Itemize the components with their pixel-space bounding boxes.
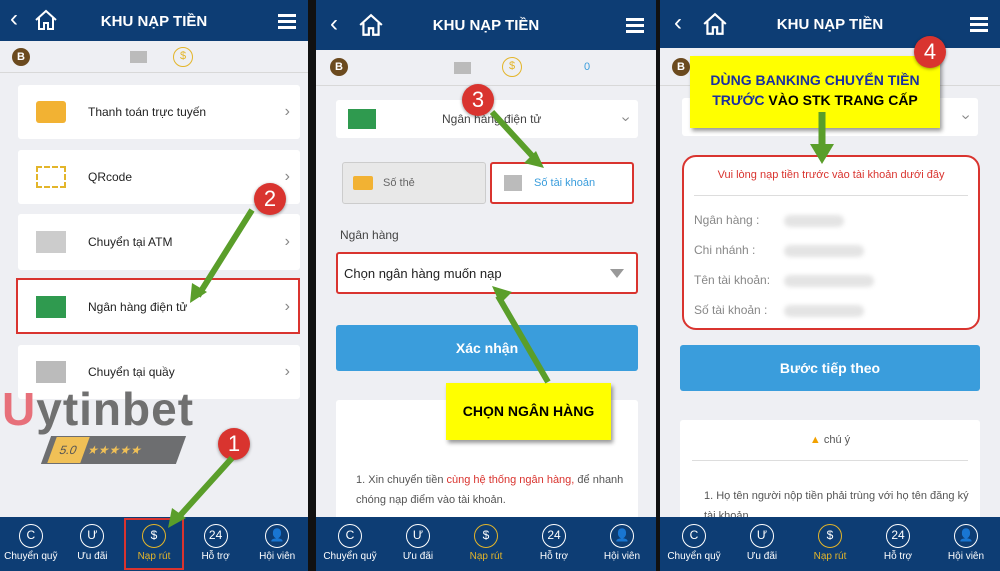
bank-select-value: Chọn ngân hàng muốn nạp [344,266,502,281]
page-title: KHU NẠP TIỀN [100,13,208,30]
caret-down-icon [610,269,624,285]
level-badge: B [12,48,30,66]
nav-promotions[interactable]: Ư Ưu đãi [728,517,796,571]
nav-support[interactable]: 24 Hỗ trợ [520,517,588,571]
highlight-internet-banking [16,278,300,334]
callout-banking-transfer: DÙNG BANKING CHUYỂN TIỀN TRƯỚC VÀO STK T… [690,56,940,128]
tab-label: Số tài khoản [534,177,596,189]
nav-deposit-withdraw[interactable]: $ Nạp rút [796,517,864,571]
nav-transfer[interactable]: C Chuyển quỹ [660,517,728,571]
method-value: Ngân hàng điện tử [442,112,542,126]
step-badge-4: 4 [914,36,946,68]
nav-deposit-withdraw[interactable]: $ Nạp rút [123,517,185,571]
blurred-value [784,215,844,227]
nav-deposit-withdraw[interactable]: $ Nạp rút [452,517,520,571]
notice-card: ▲ chú ý 1. Họ tên người nộp tiền phải tr… [680,420,980,522]
field-bank: Ngân hàng : [694,213,760,227]
chevron-right-icon: › [284,233,290,250]
coin-icon[interactable]: $ [173,47,193,67]
next-step-button[interactable]: Bước tiếp theo [680,345,980,391]
blurred-value [784,275,874,287]
divider [694,195,968,196]
field-branch: Chi nhánh : [694,243,756,257]
nav-member[interactable]: 👤 Hội viên [246,517,308,571]
panel-step1: ‹ KHU NẠP TIỀN B $ Thanh toán trực tuyến… [0,0,308,571]
page-title: KHU NẠP TIỀN [776,16,884,33]
bottom-nav: C Chuyển quỹ Ư Ưu đãi $ Nạp rút 24 Hỗ trợ 👤 H… [316,517,656,571]
method-atm[interactable]: Chuyển tại ATM › [18,214,300,270]
header: ‹ KHU NẠP TIỀN [0,0,308,41]
nav-member[interactable]: 👤 Hội viên [588,517,656,571]
info-title: Vui lòng nạp tiền trước vào tài khoản dư… [717,169,945,181]
coin-icon[interactable]: $ [502,57,522,77]
step-badge-3: 3 [462,84,494,116]
bank-select[interactable]: Chọn ngân hàng muốn nạp [336,252,638,294]
warning-icon: ▲ [809,434,821,446]
method-online-payment[interactable]: Thanh toán trực tuyến › [18,85,300,139]
bottom-nav: C Chuyển quỹ Ư Ưu đãi $ Nạp rút 24 Hỗ trợ 👤 H… [660,517,1000,571]
mail-icon[interactable] [454,62,471,74]
nav-support[interactable]: 24 Hỗ trợ [185,517,247,571]
card-icon [353,176,373,190]
step-badge-1: 1 [218,428,250,460]
balance: 0 [584,61,591,73]
nav-promotions[interactable]: Ư Ưu đãi [384,517,452,571]
mail-icon[interactable] [130,51,147,63]
level-badge: B [672,58,690,76]
nav-promotions[interactable]: Ư Ưu đãi [62,517,124,571]
menu-icon[interactable] [626,15,644,36]
bottom-nav: C Chuyển quỹ Ư Ưu đãi $ Nạp rút 24 Hỗ trợ 👤 H… [0,517,308,571]
bank-icon [504,175,522,191]
chevron-right-icon: › [284,168,290,185]
confirm-button[interactable]: Xác nhận [336,325,638,371]
chevron-down-icon: › [957,114,975,120]
nav-transfer[interactable]: C Chuyển quỹ [316,517,384,571]
watermark-rating: 5.0 ★★★★★ [40,436,187,464]
chevron-right-icon: › [284,103,290,120]
header: ‹ KHU NẠP TIỀN [316,0,656,50]
step-badge-2: 2 [254,183,286,215]
nav-support[interactable]: 24 Hỗ trợ [864,517,932,571]
card-payment-icon [36,101,66,123]
tab-card-number[interactable]: Số thẻ [342,162,486,204]
menu-icon[interactable] [278,11,296,32]
panel-step2: ‹ KHU NẠP TIỀN B $ 0 Ngân hàng điện tử ›… [316,0,656,571]
chevron-down-icon: › [617,116,635,122]
blurred-value [784,305,864,317]
callout-choose-bank: CHỌN NGÂN HÀNG [446,383,611,440]
sub-header: B $ 0 [316,50,656,86]
atm-icon [36,231,66,253]
qr-scan-icon [36,166,66,188]
tab-label: Số thẻ [383,177,415,189]
item-label: Chuyển tại ATM [88,235,173,249]
header: ‹ KHU NẠP TIỀN [660,0,1000,48]
bank-label: Ngân hàng [340,228,399,242]
page-title: KHU NẠP TIỀN [432,17,540,34]
notice-text: 1. Xin chuyển tiền cùng hệ thống ngân hà… [356,474,624,506]
menu-icon[interactable] [970,14,988,35]
blurred-value [784,245,864,257]
watermark-logo: Uytinbet [2,383,195,435]
laptop-icon [348,109,376,129]
item-label: Thanh toán trực tuyến [88,105,207,119]
notice-header: ▲ chú ý [809,434,851,446]
field-account-name: Tên tài khoản: [694,273,771,287]
sub-header: B $ [0,41,308,73]
nav-member[interactable]: 👤 Hội viên [932,517,1000,571]
level-badge: B [330,58,348,76]
tab-account-number[interactable]: Số tài khoản [490,162,634,204]
account-info-card: Vui lòng nạp tiền trước vào tài khoản dư… [682,155,980,330]
item-label: Chuyển tại quầy [88,365,175,379]
bank-icon [36,361,66,383]
nav-transfer[interactable]: C Chuyển quỹ [0,517,62,571]
panel-step3: ‹ KHU NẠP TIỀN B › Vui lòng nạp tiền trư… [660,0,1000,571]
field-account-number: Số tài khoản : [694,303,768,317]
chevron-right-icon: › [284,363,290,380]
item-label: QRcode [88,170,133,184]
